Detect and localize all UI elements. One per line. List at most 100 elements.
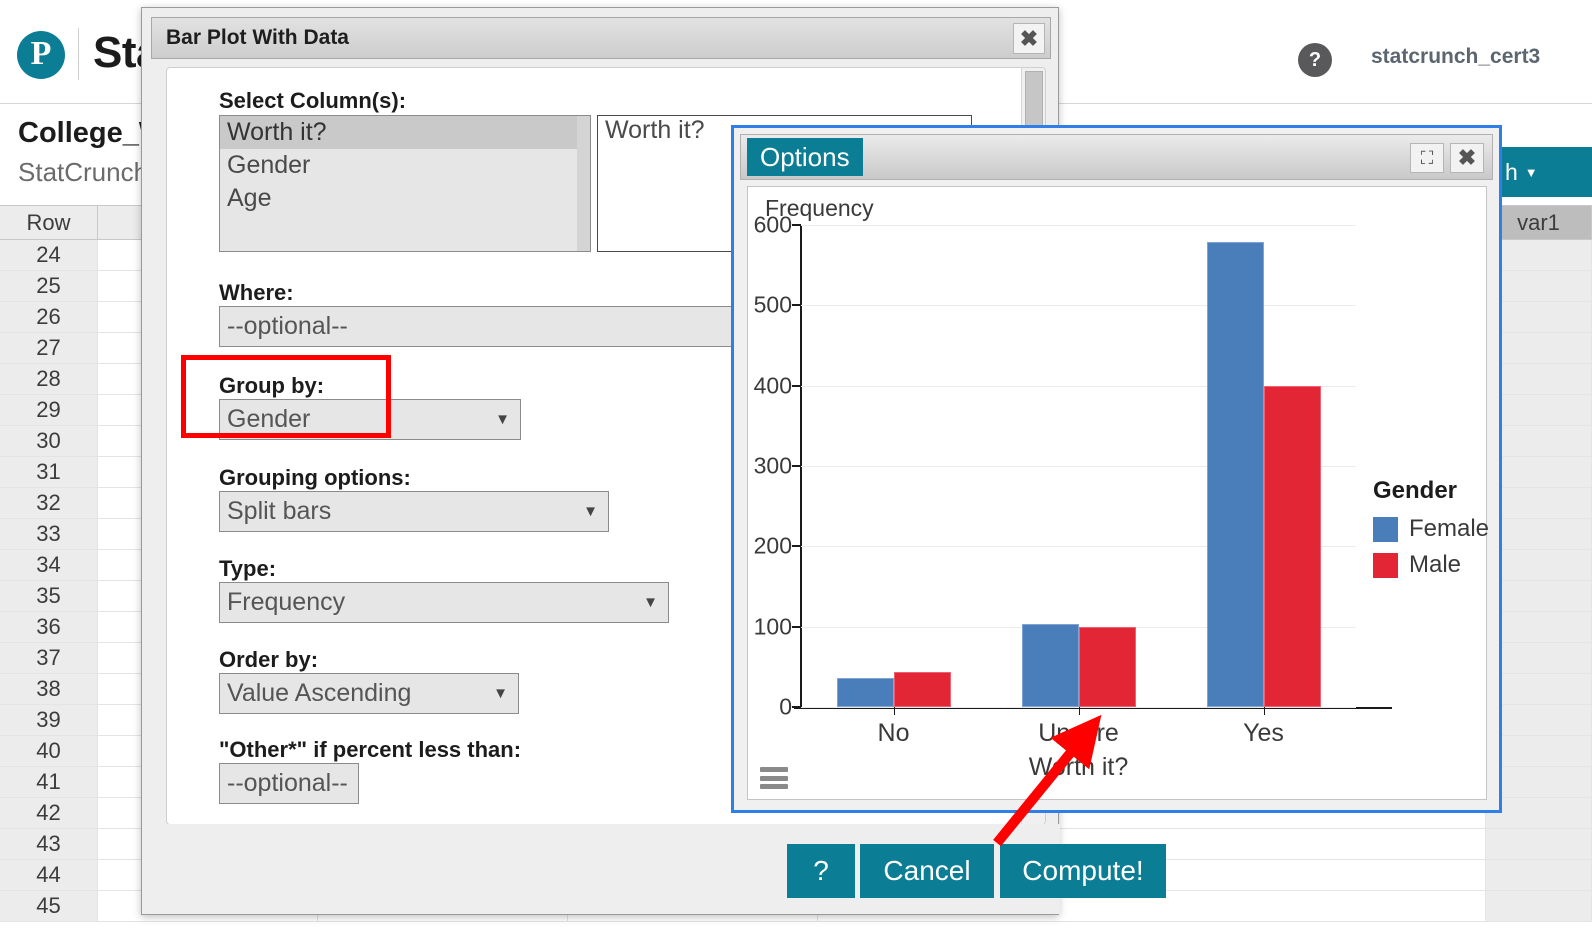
group-by-label: Group by: bbox=[219, 373, 324, 399]
type-value: Frequency bbox=[227, 588, 345, 617]
y-tick-mark bbox=[792, 545, 801, 547]
logo-letter: P bbox=[31, 37, 52, 71]
bar-unsure-male bbox=[1079, 627, 1136, 707]
annotation-arrow-icon bbox=[975, 715, 1115, 850]
bar-yes-female bbox=[1207, 242, 1264, 707]
y-tick-label: 0 bbox=[779, 694, 792, 721]
row-number: 28 bbox=[0, 364, 98, 394]
row-number: 40 bbox=[0, 736, 98, 766]
order-by-value: Value Ascending bbox=[227, 679, 411, 708]
chevron-down-icon: ▼ bbox=[583, 503, 598, 520]
legend-title: Gender bbox=[1373, 477, 1489, 505]
other-percent-input[interactable]: --optional-- bbox=[219, 763, 359, 804]
row-number: 26 bbox=[0, 302, 98, 332]
listbox-scrollbar[interactable] bbox=[577, 116, 590, 251]
row-number: 36 bbox=[0, 612, 98, 642]
cell[interactable] bbox=[1486, 860, 1592, 890]
close-icon[interactable]: ✖ bbox=[1450, 143, 1484, 173]
compute-button[interactable]: Compute! bbox=[1000, 844, 1166, 898]
other-percent-label: "Other*" if percent less than: bbox=[219, 737, 521, 763]
row-number: 32 bbox=[0, 488, 98, 518]
legend-items: Female Male bbox=[1373, 515, 1489, 579]
row-number: 27 bbox=[0, 333, 98, 363]
group-by-value: Gender bbox=[227, 405, 310, 434]
gridline bbox=[801, 225, 1356, 226]
help-button[interactable]: ? bbox=[787, 844, 855, 898]
select-columns-label: Select Column(s): bbox=[219, 88, 406, 114]
cell[interactable] bbox=[1486, 891, 1592, 921]
row-number: 25 bbox=[0, 271, 98, 301]
column-header-row[interactable]: Row bbox=[0, 206, 98, 239]
bar-unsure-female bbox=[1022, 624, 1079, 707]
y-tick-label: 500 bbox=[754, 292, 792, 319]
y-tick-label: 200 bbox=[754, 533, 792, 560]
column-option-age[interactable]: Age bbox=[220, 182, 590, 215]
username-label[interactable]: statcrunch_cert3 bbox=[1371, 45, 1540, 69]
gridline bbox=[801, 305, 1356, 306]
y-tick-mark bbox=[792, 304, 801, 306]
chevron-down-icon: ▼ bbox=[643, 594, 658, 611]
bar-yes-male bbox=[1264, 386, 1321, 707]
bar-no-female bbox=[837, 678, 894, 707]
row-number: 43 bbox=[0, 829, 98, 859]
help-icon[interactable]: ? bbox=[1298, 43, 1332, 77]
row-number: 38 bbox=[0, 674, 98, 704]
order-by-select[interactable]: Value Ascending ▼ bbox=[219, 673, 519, 714]
row-number: 42 bbox=[0, 798, 98, 828]
expand-icon[interactable]: ⛶ bbox=[1410, 143, 1444, 173]
row-number: 45 bbox=[0, 891, 98, 921]
type-label: Type: bbox=[219, 556, 276, 582]
grouping-options-select[interactable]: Split bars ▼ bbox=[219, 491, 609, 532]
pearson-logo-icon: P bbox=[17, 31, 65, 79]
dataset-subtitle: StatCrunch bbox=[18, 157, 148, 188]
group-by-select[interactable]: Gender ▼ bbox=[219, 399, 521, 440]
row-number: 37 bbox=[0, 643, 98, 673]
hamburger-menu-icon[interactable] bbox=[760, 767, 788, 789]
y-tick-mark bbox=[792, 224, 801, 226]
order-by-label: Order by: bbox=[219, 647, 318, 673]
row-number: 34 bbox=[0, 550, 98, 580]
dialog-titlebar: Bar Plot With Data ✖ bbox=[151, 17, 1051, 59]
column-option-gender[interactable]: Gender bbox=[220, 149, 590, 182]
x-tick-label: Yes bbox=[1243, 719, 1284, 748]
row-number: 41 bbox=[0, 767, 98, 797]
plot-area: 0100200300400500600 NoUnsureYes Worth it… bbox=[801, 225, 1356, 707]
graph-window-titlebar: Options ⛶ ✖ bbox=[740, 134, 1493, 180]
bar-chart: Frequency 0100200300400500600 NoUnsureYe… bbox=[747, 186, 1487, 800]
grouping-options-value: Split bars bbox=[227, 497, 331, 526]
y-tick-label: 600 bbox=[754, 212, 792, 239]
legend-item: Female bbox=[1373, 515, 1489, 543]
dialog-title: Bar Plot With Data bbox=[166, 26, 349, 50]
chevron-down-icon: ▼ bbox=[1525, 165, 1538, 180]
type-select[interactable]: Frequency ▼ bbox=[219, 582, 669, 623]
row-number: 29 bbox=[0, 395, 98, 425]
row-number: 35 bbox=[0, 581, 98, 611]
graph-options-window: Options ⛶ ✖ Frequency 010020030040050060… bbox=[731, 125, 1502, 813]
y-tick-mark bbox=[792, 626, 801, 628]
column-listbox[interactable]: Worth it? Gender Age bbox=[219, 115, 591, 252]
legend-swatch bbox=[1373, 553, 1398, 578]
y-tick-mark bbox=[792, 385, 801, 387]
legend-swatch bbox=[1373, 517, 1398, 542]
chevron-down-icon: ▼ bbox=[493, 685, 508, 702]
row-number: 39 bbox=[0, 705, 98, 735]
legend-label: Male bbox=[1409, 551, 1461, 579]
cancel-button[interactable]: Cancel bbox=[860, 844, 994, 898]
y-tick-label: 300 bbox=[754, 453, 792, 480]
x-tick-mark bbox=[894, 707, 895, 715]
y-tick-mark bbox=[792, 465, 801, 467]
cell[interactable] bbox=[1486, 829, 1592, 859]
grouping-options-label: Grouping options: bbox=[219, 465, 411, 491]
y-tick-label: 100 bbox=[754, 613, 792, 640]
where-label: Where: bbox=[219, 280, 294, 306]
y-tick-label: 400 bbox=[754, 372, 792, 399]
column-option-worth-it[interactable]: Worth it? bbox=[220, 116, 590, 149]
close-icon[interactable]: ✖ bbox=[1013, 23, 1045, 54]
row-number: 30 bbox=[0, 426, 98, 456]
graph-menu-button[interactable]: h ▼ bbox=[1496, 147, 1592, 197]
options-button[interactable]: Options bbox=[747, 138, 863, 176]
chevron-down-icon: ▼ bbox=[495, 411, 510, 428]
legend-label: Female bbox=[1409, 515, 1489, 543]
row-number: 33 bbox=[0, 519, 98, 549]
graph-menu-label: h bbox=[1505, 159, 1518, 186]
